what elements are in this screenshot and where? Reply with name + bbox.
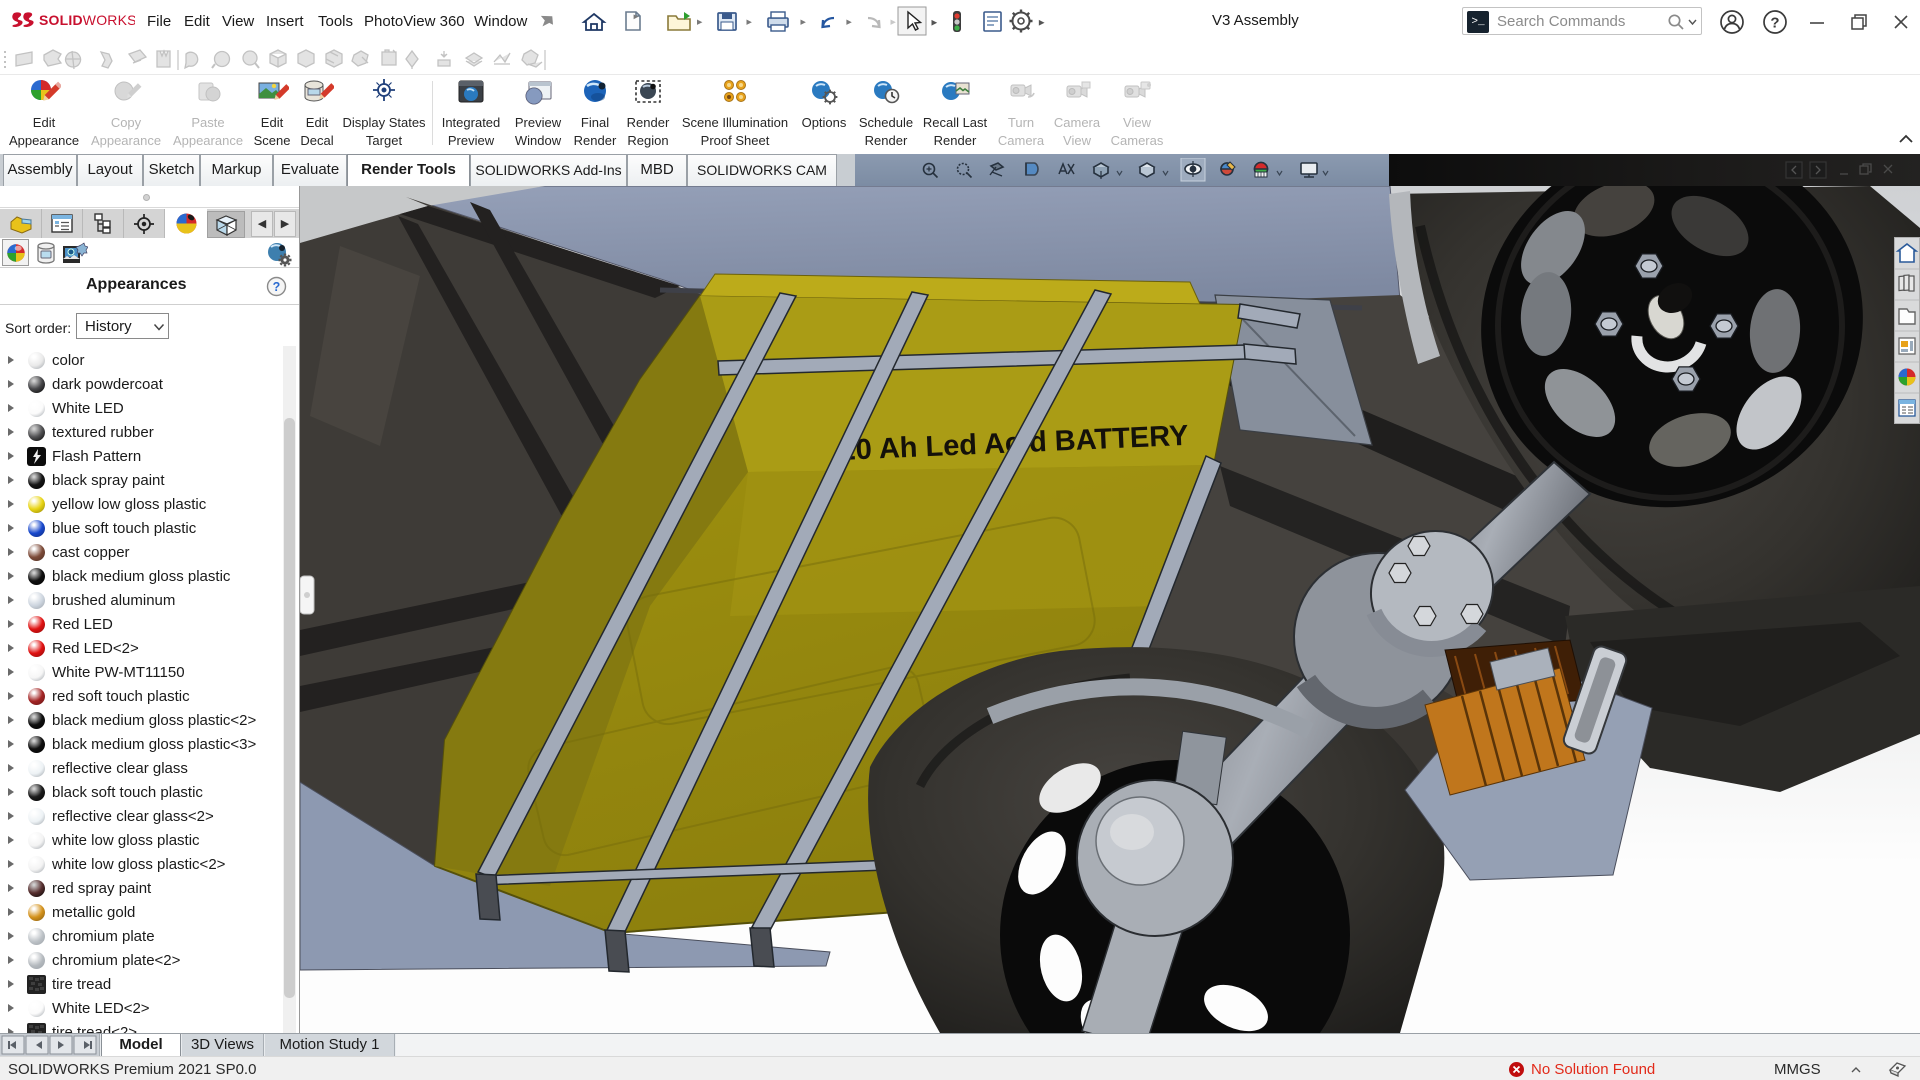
svg-text:?: ? [1770,15,1779,32]
svg-text:?: ? [273,280,281,294]
svg-text:SOLIDWORKS: SOLIDWORKS [39,12,135,28]
